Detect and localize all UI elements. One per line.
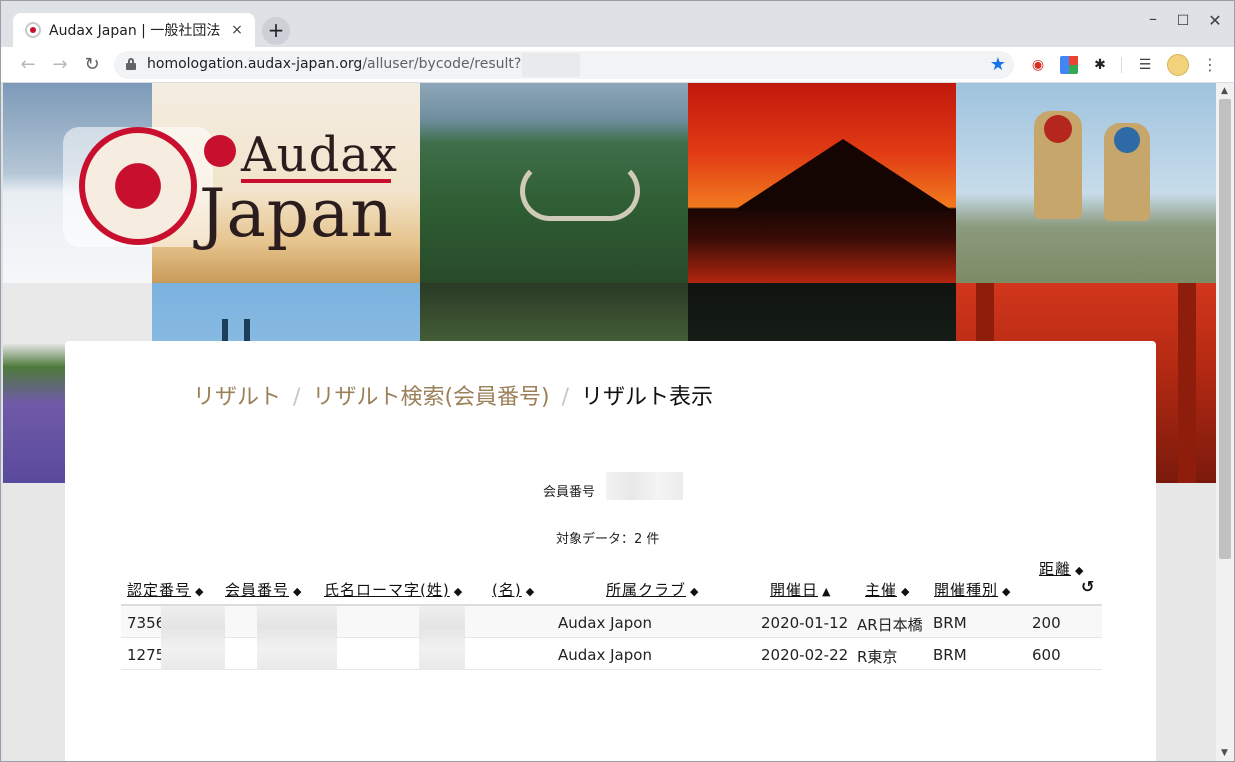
cell-distance: 600 xyxy=(1032,646,1061,664)
header-date-label: 開催日 xyxy=(770,581,819,599)
red-namahage-statue xyxy=(1034,111,1082,219)
header-club[interactable]: 所属クラブ ◆ xyxy=(606,579,699,600)
toolbar-divider xyxy=(1121,57,1122,73)
header-member-number[interactable]: 会員番号 ◆ xyxy=(225,579,302,600)
header-type-label: 開催種別 xyxy=(934,581,999,599)
cell-event-type: BRM xyxy=(933,614,967,632)
redacted-member-column xyxy=(161,606,225,670)
winding-road-shape xyxy=(520,161,640,221)
page-title: リザルト表示 xyxy=(581,385,714,410)
google-translate-icon[interactable] xyxy=(1060,56,1078,74)
bookmark-star-icon[interactable]: ★ xyxy=(990,54,1006,75)
paw-extension-icon[interactable]: ✱ xyxy=(1091,56,1109,74)
browser-toolbar: ← → ↻ homologation.audax-japan.org/allus… xyxy=(1,47,1234,83)
cell-event-type: BRM xyxy=(933,646,967,664)
header-event-type[interactable]: 開催種別 ◆ xyxy=(934,579,1011,600)
kebab-menu-icon[interactable]: ⋮ xyxy=(1202,54,1218,76)
result-card: リザルト / リザルト検索(会員番号) / リザルト表示 会員番号 対象データ：2 件 … xyxy=(65,341,1156,761)
vertical-scrollbar[interactable]: ▲ ▼ xyxy=(1216,83,1234,761)
rising-sun-dot xyxy=(204,135,236,167)
scroll-up-arrow-icon[interactable]: ▲ xyxy=(1221,86,1228,96)
url-host: homologation.audax-japan.org xyxy=(147,56,363,72)
forward-arrow-icon[interactable]: → xyxy=(48,53,72,77)
header-roman-first-label: (名) xyxy=(492,581,522,599)
window-close-button[interactable]: ✕ xyxy=(1205,11,1225,30)
sort-icon: ◆ xyxy=(525,585,536,598)
new-tab-button[interactable]: + xyxy=(262,17,290,45)
tab-title: Audax Japan | 一般社団法 xyxy=(49,23,221,39)
address-bar[interactable]: homologation.audax-japan.org/alluser/byc… xyxy=(114,51,1014,79)
sort-icon: ◆ xyxy=(1002,585,1012,598)
audax-favicon-icon xyxy=(25,22,41,38)
audax-emblem-icon xyxy=(79,127,197,245)
cell-club: Audax Japon xyxy=(558,646,652,664)
header-host-label: 主催 xyxy=(865,581,898,599)
header-event-date[interactable]: 開催日 ▲ xyxy=(770,579,831,600)
header-roman-last-label: 氏名ローマ字(姓) xyxy=(324,581,450,599)
tab-strip: Audax Japan | 一般社団法 × + – ☐ ✕ xyxy=(1,1,1234,47)
breadcrumb-result-link[interactable]: リザルト xyxy=(193,385,281,410)
url-text[interactable]: homologation.audax-japan.org/alluser/byc… xyxy=(147,56,567,72)
cell-event-date: 2020-01-12 xyxy=(761,614,849,632)
result-count: 対象データ：2 件 xyxy=(556,532,660,547)
sort-icon: ◆ xyxy=(901,585,911,598)
logo-word-japan: Japan xyxy=(199,175,394,252)
back-arrow-icon[interactable]: ← xyxy=(16,53,40,77)
breadcrumb: リザルト / リザルト検索(会員番号) / リザルト表示 xyxy=(193,379,713,411)
minimize-button[interactable]: – xyxy=(1143,9,1163,28)
media-queue-icon[interactable]: ☰ xyxy=(1136,56,1154,74)
header-distance[interactable]: 距離 ◆ xyxy=(1039,558,1084,579)
header-host[interactable]: 主催 ◆ xyxy=(865,579,910,600)
header-club-label: 所属クラブ xyxy=(606,581,687,599)
profile-avatar[interactable] xyxy=(1167,54,1189,76)
namahage-cyclists-photo xyxy=(956,83,1216,283)
browser-window: Audax Japan | 一般社団法 × + – ☐ ✕ ← → ↻ homo… xyxy=(0,0,1235,762)
sort-asc-icon: ▲ xyxy=(822,585,832,598)
header-cert-number[interactable]: 認定番号 ◆ xyxy=(127,579,204,600)
maximize-button[interactable]: ☐ xyxy=(1173,13,1193,29)
header-member-label: 会員番号 xyxy=(225,581,290,599)
sort-icon: ◆ xyxy=(293,585,303,598)
lock-icon[interactable] xyxy=(126,58,136,70)
close-icon[interactable]: × xyxy=(229,22,245,38)
page-viewport: Audax Japan リザルト / リザルト検索(会員番号) / リザルト表示 会員番… xyxy=(3,83,1216,761)
blue-namahage-statue xyxy=(1104,123,1150,221)
sort-icon: ◆ xyxy=(453,585,464,598)
redacted-roman-first-column xyxy=(419,606,465,670)
breadcrumb-separator: / xyxy=(561,385,570,410)
redacted-roman-last-column xyxy=(257,606,337,670)
cell-event-date: 2020-02-22 xyxy=(761,646,849,664)
fuji-silhouette xyxy=(733,139,953,211)
red-extension-icon[interactable]: ◉ xyxy=(1029,56,1047,74)
cell-distance: 200 xyxy=(1032,614,1061,632)
breadcrumb-separator: / xyxy=(293,385,301,410)
scrollbar-thumb[interactable] xyxy=(1219,99,1231,559)
reset-sort-icon[interactable]: ↺ xyxy=(1081,577,1094,596)
torii-post-right xyxy=(1178,283,1196,483)
redacted-url-code xyxy=(522,53,580,77)
sort-icon: ◆ xyxy=(1075,564,1085,577)
sort-icon: ◆ xyxy=(195,585,205,598)
cell-club: Audax Japon xyxy=(558,614,652,632)
header-cert-label: 認定番号 xyxy=(127,581,192,599)
member-number-label: 会員番号 xyxy=(543,485,596,500)
scroll-down-arrow-icon[interactable]: ▼ xyxy=(1221,748,1228,758)
cell-host: AR日本橋 xyxy=(857,616,923,634)
mount-fuji-photo xyxy=(688,83,956,283)
header-roman-first[interactable]: (名) ◆ xyxy=(492,579,535,600)
header-roman-last[interactable]: 氏名ローマ字(姓) ◆ xyxy=(324,579,463,600)
mountain-road-photo xyxy=(420,83,688,283)
browser-tab[interactable]: Audax Japan | 一般社団法 × xyxy=(13,13,255,47)
redacted-member-number xyxy=(606,472,683,500)
header-distance-label: 距離 xyxy=(1039,560,1072,578)
breadcrumb-search-link[interactable]: リザルト検索(会員番号) xyxy=(312,385,549,410)
sort-icon: ◆ xyxy=(690,585,700,598)
reload-icon[interactable]: ↻ xyxy=(80,53,104,77)
cell-host: R東京 xyxy=(857,648,898,666)
